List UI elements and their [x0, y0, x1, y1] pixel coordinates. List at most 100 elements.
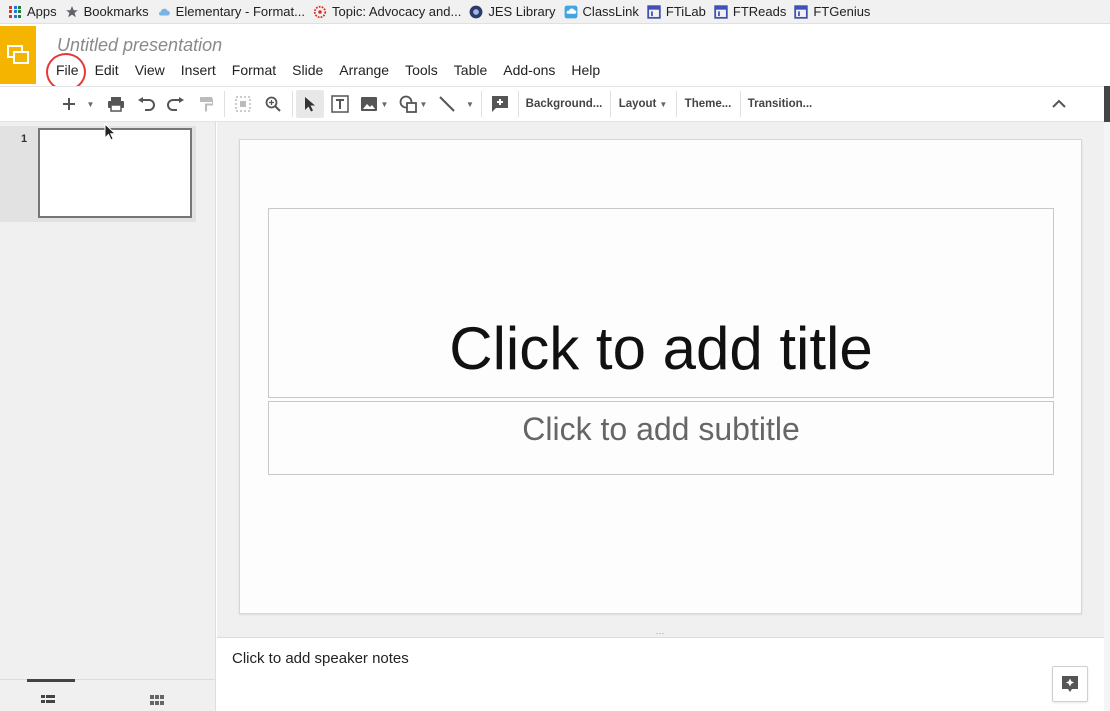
- collapse-menus-button[interactable]: [1046, 90, 1072, 118]
- menu-bar: File Edit View Insert Format Slide Arran…: [48, 61, 608, 79]
- title-placeholder[interactable]: Click to add title: [268, 208, 1054, 398]
- caret-down-icon: ▼: [86, 99, 95, 109]
- menu-view[interactable]: View: [127, 61, 173, 79]
- background-button[interactable]: Background...: [522, 90, 606, 118]
- new-slide-button[interactable]: [56, 90, 82, 118]
- shapes-icon: [399, 95, 417, 113]
- caret-down-icon: ▼: [659, 99, 668, 109]
- toolbar-separator: [292, 91, 293, 117]
- speaker-notes-placeholder: Click to add speaker notes: [232, 650, 409, 667]
- menu-slide[interactable]: Slide: [284, 61, 331, 79]
- bookmark-label: ClassLink: [582, 4, 639, 19]
- classlink-icon: [564, 5, 578, 19]
- new-slide-layout-dropdown[interactable]: ▼: [82, 90, 96, 118]
- text-box-button[interactable]: [327, 90, 353, 118]
- filmstrip-view-icon[interactable]: [41, 692, 55, 710]
- subtitle-placeholder[interactable]: Click to add subtitle: [268, 401, 1054, 475]
- background-label: Background...: [525, 98, 603, 110]
- layout-button[interactable]: Layout ▼: [614, 90, 672, 118]
- caret-down-icon: ▼: [466, 99, 474, 109]
- subtitle-placeholder-text: Click to add subtitle: [522, 411, 800, 447]
- menu-arrange[interactable]: Arrange: [331, 61, 397, 79]
- bookmark-jes-library[interactable]: JES Library: [469, 4, 556, 19]
- shape-button[interactable]: ▼: [395, 90, 431, 118]
- bookmark-label: FTReads: [732, 4, 787, 19]
- menu-format[interactable]: Format: [224, 61, 284, 79]
- print-button[interactable]: [103, 90, 129, 118]
- grid-view-icon[interactable]: [150, 692, 164, 710]
- explore-button[interactable]: [1052, 666, 1088, 702]
- undo-icon: [138, 97, 155, 111]
- bookmark-label: Elementary - Format...: [175, 4, 305, 19]
- bookmark-apps[interactable]: Apps: [8, 4, 57, 19]
- insert-image-button[interactable]: ▼: [356, 90, 392, 118]
- line-button[interactable]: ▼: [437, 90, 475, 118]
- zoom-fit-button[interactable]: [230, 90, 256, 118]
- toolbar-separator: [481, 91, 482, 117]
- paint-format-button[interactable]: [193, 90, 219, 118]
- text-box-icon: [331, 95, 349, 113]
- bookmark-label: Apps: [27, 4, 57, 19]
- theme-button[interactable]: Theme...: [680, 90, 736, 118]
- add-comment-button[interactable]: [487, 90, 513, 118]
- bookmark-ftilab[interactable]: FTiLab: [647, 4, 706, 19]
- speaker-notes-panel[interactable]: Click to add speaker notes: [217, 638, 1104, 711]
- bookmark-ftreads[interactable]: FTReads: [714, 4, 786, 19]
- slide-canvas[interactable]: Click to add title Click to add subtitle: [239, 139, 1082, 614]
- ft-icon: [647, 4, 661, 19]
- toolbar-separator: [740, 91, 741, 117]
- title-placeholder-text: Click to add title: [449, 315, 873, 382]
- toolbar-separator: [610, 91, 611, 117]
- filmstrip-slide-item[interactable]: 1: [0, 126, 196, 222]
- plus-icon: [63, 98, 75, 110]
- filmstrip-view-tabs: [0, 679, 215, 711]
- menu-add-ons[interactable]: Add-ons: [495, 61, 563, 79]
- transition-label: Transition...: [747, 98, 813, 110]
- image-icon: [360, 97, 377, 111]
- library-icon: [469, 5, 483, 19]
- scrollbar-thumb[interactable]: [1104, 86, 1110, 122]
- ft-icon: [794, 4, 809, 19]
- undo-button[interactable]: [133, 90, 159, 118]
- zoom-fit-icon: [235, 96, 251, 112]
- badge-icon: [313, 5, 327, 19]
- drag-handle-icon: ⋯: [655, 628, 666, 638]
- menu-insert[interactable]: Insert: [173, 61, 224, 79]
- menu-edit[interactable]: Edit: [87, 61, 127, 79]
- slide-canvas-area: Click to add title Click to add subtitle: [217, 122, 1104, 629]
- bookmark-bookmarks[interactable]: Bookmarks: [65, 4, 149, 19]
- select-tool-button[interactable]: [296, 90, 324, 118]
- redo-icon: [167, 97, 184, 111]
- bookmark-label: Topic: Advocacy and...: [331, 4, 462, 19]
- redo-button[interactable]: [163, 90, 189, 118]
- caret-down-icon: ▼: [419, 99, 428, 109]
- apps-grid-icon: [8, 5, 22, 19]
- slides-logo-icon[interactable]: [0, 26, 36, 84]
- document-title[interactable]: Untitled presentation: [57, 35, 222, 56]
- menu-help[interactable]: Help: [563, 61, 608, 79]
- mouse-cursor-icon: [104, 122, 117, 146]
- cursor-arrow-icon: [305, 97, 315, 112]
- bookmark-label: FTiLab: [665, 4, 706, 19]
- menu-tools[interactable]: Tools: [397, 61, 446, 79]
- bookmark-ftgenius[interactable]: FTGenius: [794, 4, 870, 19]
- toolbar-separator: [518, 91, 519, 117]
- toolbar-separator: [676, 91, 677, 117]
- vertical-scrollbar[interactable]: [1104, 86, 1110, 711]
- slide-filmstrip: 1: [0, 122, 216, 711]
- bookmark-label: Bookmarks: [83, 4, 149, 19]
- zoom-button[interactable]: [260, 90, 286, 118]
- active-tab-indicator: [27, 679, 75, 682]
- bookmark-elementary[interactable]: Elementary - Format...: [157, 4, 305, 19]
- layout-label: Layout: [618, 98, 657, 110]
- theme-label: Theme...: [684, 98, 732, 110]
- menu-table[interactable]: Table: [446, 61, 495, 79]
- chevron-up-icon: [1052, 99, 1066, 108]
- bookmark-topic-advocacy[interactable]: Topic: Advocacy and...: [313, 4, 461, 19]
- notes-splitter-handle[interactable]: ⋯: [217, 629, 1104, 638]
- add-comment-icon: [492, 96, 508, 112]
- print-icon: [108, 97, 124, 112]
- cloud-icon: [157, 5, 171, 19]
- bookmark-classlink[interactable]: ClassLink: [564, 4, 639, 19]
- transition-button[interactable]: Transition...: [744, 90, 816, 118]
